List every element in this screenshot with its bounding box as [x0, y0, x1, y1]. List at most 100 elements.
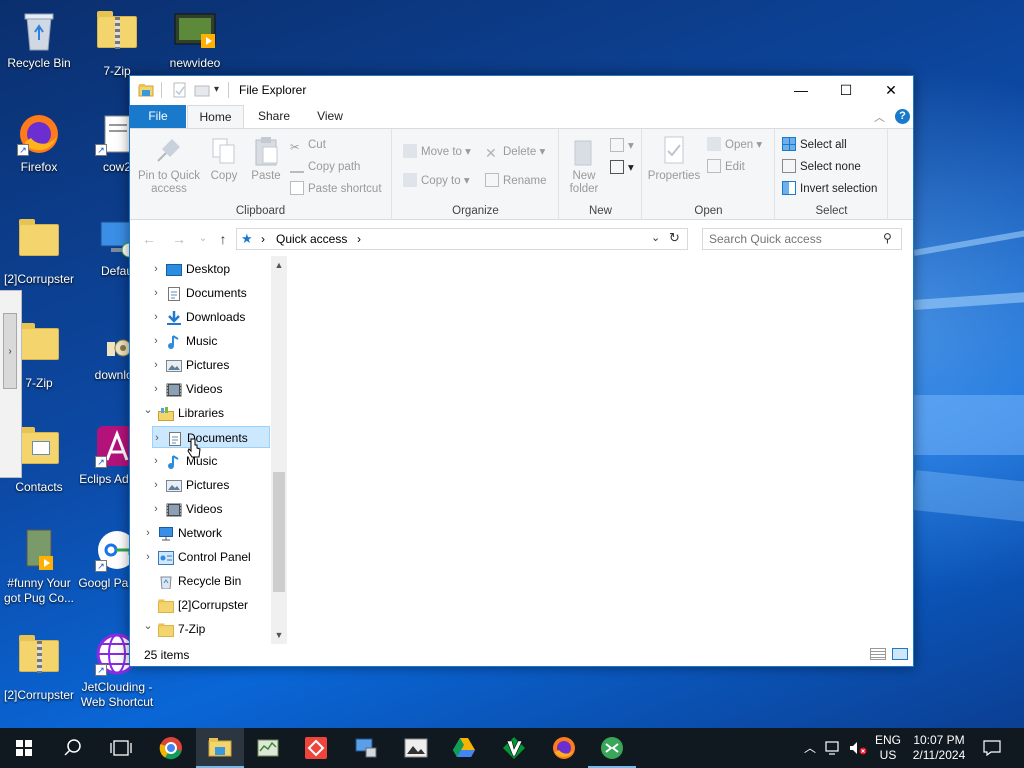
chevron-right-icon[interactable]: ›: [150, 306, 162, 328]
minimize-button[interactable]: —: [778, 76, 824, 104]
desktop-icon-7zip[interactable]: 7-Zip: [78, 8, 156, 79]
firefox-taskbar-button[interactable]: [540, 728, 588, 768]
anydesk-taskbar-button[interactable]: [292, 728, 340, 768]
search-taskbar-button[interactable]: [48, 728, 96, 768]
cut-button[interactable]: ✂ Cut: [290, 136, 326, 154]
navigation-scrollbar[interactable]: ▲ ▼: [271, 256, 287, 644]
chrome-taskbar-button[interactable]: [148, 728, 196, 768]
select-all-button[interactable]: Select all: [782, 136, 847, 154]
nav-item-control-panel[interactable]: › Control Panel: [144, 546, 270, 568]
breadcrumb-separator-icon[interactable]: ›: [357, 232, 361, 246]
desktop-icon-recycle-bin[interactable]: Recycle Bin: [0, 8, 78, 71]
task-manager-taskbar-button[interactable]: [244, 728, 292, 768]
chevron-right-icon[interactable]: ›: [150, 474, 162, 496]
nav-item-pictures[interactable]: › Pictures: [152, 474, 270, 496]
vim-taskbar-button[interactable]: [490, 728, 538, 768]
chevron-down-icon[interactable]: ⌄: [142, 399, 154, 421]
details-view-icon[interactable]: [870, 648, 886, 660]
file-list-area[interactable]: [287, 256, 913, 644]
nav-item-videos[interactable]: › Videos: [152, 378, 270, 400]
copy-button[interactable]: Copy: [204, 135, 244, 183]
new-item-button[interactable]: ▾: [610, 137, 634, 155]
network-tool-taskbar-button[interactable]: [342, 728, 390, 768]
paste-shortcut-button[interactable]: Paste shortcut: [290, 180, 382, 198]
notifications-button[interactable]: [976, 728, 1008, 768]
nav-item-recycle-bin[interactable]: Recycle Bin: [144, 570, 270, 592]
large-icons-view-icon[interactable]: [892, 648, 908, 660]
easy-access-button[interactable]: ▾: [610, 159, 634, 177]
move-to-button[interactable]: Move to ▾: [403, 143, 471, 161]
photo-viewer-taskbar-button[interactable]: [392, 728, 440, 768]
up-arrow-icon[interactable]: ↑: [214, 231, 232, 247]
nav-item-music[interactable]: › Music: [152, 450, 270, 472]
tab-share[interactable]: Share: [246, 105, 302, 128]
back-arrow-icon[interactable]: ←: [140, 231, 158, 247]
nav-item-documents[interactable]: › Documents: [152, 282, 270, 304]
nav-item-documents[interactable]: › Documents: [152, 426, 270, 448]
tab-home[interactable]: Home: [187, 105, 244, 128]
task-view-button[interactable]: [96, 728, 144, 768]
chevron-right-icon[interactable]: ›: [142, 546, 154, 568]
delete-button[interactable]: ✕ Delete ▾: [485, 143, 545, 161]
breadcrumb-quick-access[interactable]: Quick access: [276, 232, 347, 246]
chevron-right-icon[interactable]: ›: [150, 330, 162, 352]
file-explorer-taskbar-button[interactable]: [196, 728, 244, 768]
input-language-indicator[interactable]: ENG US: [872, 728, 904, 768]
chevron-down-icon[interactable]: ⌄: [142, 615, 154, 637]
desktop-icon-funny-video[interactable]: #funny Your got Pug Co...: [0, 528, 78, 606]
customize-quick-access-icon[interactable]: ▾: [214, 82, 219, 98]
address-dropdown-icon[interactable]: ⌄: [651, 231, 660, 244]
select-none-button[interactable]: Select none: [782, 158, 861, 176]
show-hidden-icons-button[interactable]: ︿: [800, 728, 820, 768]
tab-file[interactable]: File: [130, 105, 186, 128]
edit-button[interactable]: Edit: [707, 158, 745, 176]
copy-path-button[interactable]: Copy path: [290, 158, 360, 176]
address-path-field[interactable]: ★ › Quick access › ⌄ ↻: [236, 228, 688, 250]
nav-item-libraries[interactable]: ⌄ Libraries: [142, 399, 270, 424]
help-icon[interactable]: ?: [895, 109, 910, 124]
chevron-right-icon[interactable]: ›: [151, 427, 163, 449]
chevron-right-icon[interactable]: ›: [150, 258, 162, 280]
drive-taskbar-button[interactable]: [440, 728, 488, 768]
paste-button[interactable]: Paste: [246, 135, 286, 183]
nav-item-downloads[interactable]: › Downloads: [152, 306, 270, 328]
search-input[interactable]: [709, 232, 879, 246]
tab-view[interactable]: View: [302, 105, 358, 128]
expand-panel-button[interactable]: ›: [3, 313, 17, 389]
properties-button[interactable]: Properties: [645, 135, 703, 183]
volume-muted-icon[interactable]: [846, 728, 870, 768]
clock[interactable]: 10:07 PM 2/11/2024: [906, 728, 972, 768]
network-status-icon[interactable]: [822, 728, 846, 768]
chevron-right-icon[interactable]: ›: [150, 498, 162, 520]
copy-to-button[interactable]: Copy to ▾: [403, 172, 470, 190]
scrollbar-thumb[interactable]: [273, 472, 285, 592]
desktop-icon-corrupster-folder[interactable]: [2]Corrupster: [0, 216, 78, 287]
invert-selection-button[interactable]: Invert selection: [782, 180, 877, 198]
nav-item-2-corrupster[interactable]: [2]Corrupster: [144, 594, 270, 616]
desktop-icon-corrupster-zip[interactable]: [2]Corrupster: [0, 632, 78, 703]
desktop-icon-firefox[interactable]: ↗ Firefox: [0, 112, 78, 175]
breadcrumb-separator-icon[interactable]: ›: [261, 232, 265, 246]
chevron-right-icon[interactable]: ›: [150, 378, 162, 400]
nav-item-music[interactable]: › Music: [152, 330, 270, 352]
nav-item-videos[interactable]: › Videos: [152, 498, 270, 520]
new-folder-quick-icon[interactable]: [194, 82, 210, 98]
nav-item-network[interactable]: › Network: [144, 522, 270, 544]
chevron-right-icon[interactable]: ›: [142, 522, 154, 544]
refresh-icon[interactable]: ↻: [669, 230, 680, 246]
open-button[interactable]: Open ▾: [707, 136, 762, 154]
nav-item-desktop[interactable]: › Desktop: [152, 258, 270, 280]
chevron-right-icon[interactable]: ›: [150, 450, 162, 472]
desktop-icon-newvideo[interactable]: newvideo: [156, 8, 234, 71]
start-button[interactable]: [0, 728, 48, 768]
scroll-up-icon[interactable]: ▲: [271, 260, 287, 270]
properties-quick-icon[interactable]: [172, 82, 188, 98]
chevron-right-icon[interactable]: ›: [150, 282, 162, 304]
pin-to-quick-access-button[interactable]: Pin to Quick access: [136, 135, 202, 196]
chevron-right-icon[interactable]: ›: [150, 354, 162, 376]
nav-item-pictures[interactable]: › Pictures: [152, 354, 270, 376]
rename-button[interactable]: Rename: [485, 172, 546, 190]
new-folder-button[interactable]: New folder: [562, 135, 606, 196]
nav-item-7-zip[interactable]: ⌄ 7-Zip: [142, 615, 270, 640]
maximize-button[interactable]: ☐: [823, 76, 869, 104]
